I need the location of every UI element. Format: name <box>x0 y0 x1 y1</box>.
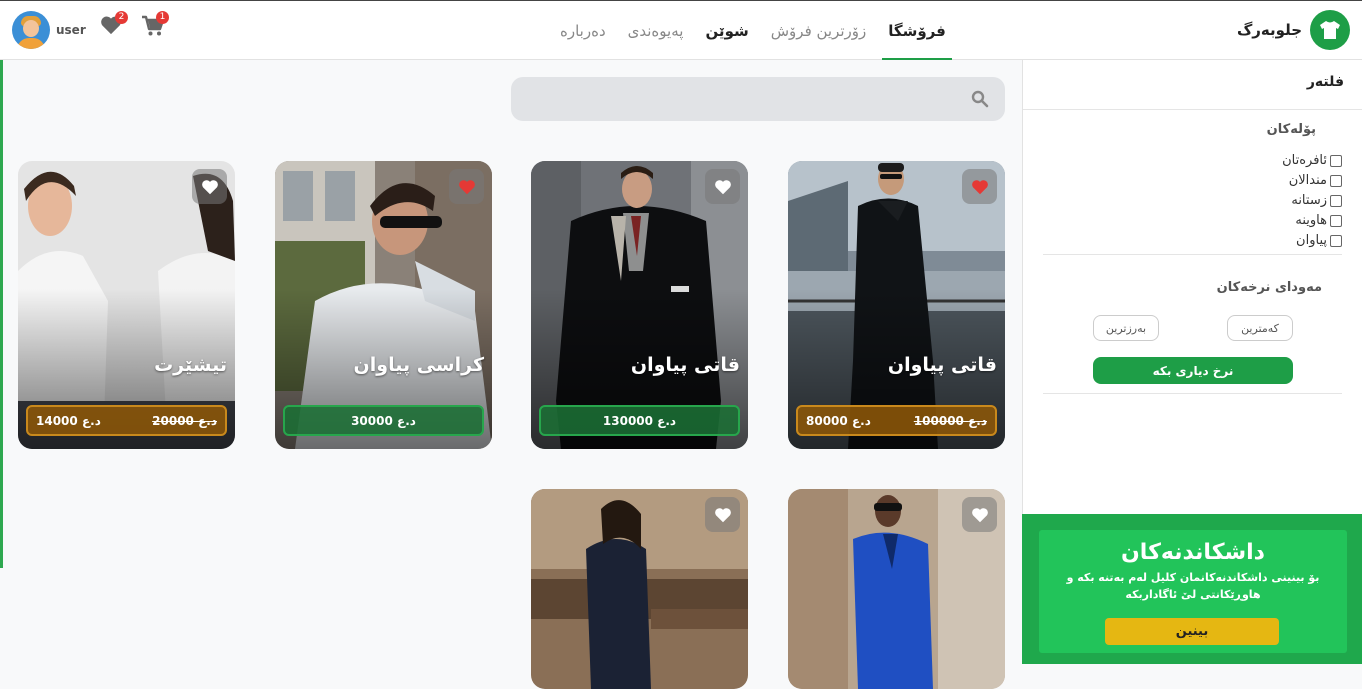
product-price: 130000 د.ع <box>602 413 677 428</box>
heart-icon <box>458 179 475 194</box>
heart-icon <box>714 179 731 194</box>
product-old-price: 20000 د.ع <box>152 413 217 428</box>
checkbox[interactable] <box>1330 214 1342 227</box>
category-summer[interactable]: هاوینە <box>1295 212 1342 229</box>
discount-promo: داشکاندنەکان بۆ بینینی داشکاندنەکانمان ک… <box>1022 514 1362 664</box>
product-title: کراسی پیاوان <box>353 354 484 376</box>
heart-icon <box>971 179 988 194</box>
category-kids[interactable]: مندالان <box>1289 172 1342 189</box>
tshirt-logo-icon[interactable] <box>1310 10 1350 50</box>
cart-count-badge: 1 <box>156 11 169 24</box>
filter-title: فلتەر <box>1306 74 1344 90</box>
favorite-button[interactable] <box>192 169 227 204</box>
category-list: ئافرەتان مندالان زستانە هاوینە پیاوان <box>1282 152 1342 249</box>
user-menu[interactable]: user <box>12 11 86 49</box>
search-input[interactable] <box>511 77 1005 121</box>
favorite-button[interactable] <box>449 169 484 204</box>
favorites-count-badge: 2 <box>115 11 128 24</box>
product-title: تیشێرت <box>154 354 227 376</box>
price-bar: 30000 د.ع <box>283 405 484 436</box>
promo-card: داشکاندنەکان بۆ بینینی داشکاندنەکانمان ک… <box>1039 530 1347 653</box>
category-men[interactable]: پیاوان <box>1296 232 1342 249</box>
favorite-button[interactable] <box>705 497 740 532</box>
product-price: 14000 د.ع <box>36 413 101 428</box>
user-name: user <box>56 23 86 37</box>
product-title: قاتی پیاوان <box>887 354 997 376</box>
heart-icon <box>201 179 218 194</box>
product-card[interactable]: قاتی پیاوان 130000 د.ع <box>531 161 748 449</box>
product-card[interactable]: تیشێرت 14000 د.ع 20000 د.ع <box>18 161 235 449</box>
nav-item-about[interactable]: دەرباره <box>560 1 606 60</box>
product-price: 30000 د.ع <box>351 413 416 428</box>
heart-icon <box>971 507 988 522</box>
product-price: 80000 د.ع <box>806 413 871 428</box>
nav-item-bestsellers[interactable]: زۆرترین فرۆش <box>771 1 867 60</box>
favorite-button[interactable] <box>962 169 997 204</box>
product-card[interactable] <box>788 489 1005 689</box>
heart-icon <box>714 507 731 522</box>
price-range-title: مەودای نرخەکان <box>1216 280 1322 295</box>
brand[interactable]: جلوبەرگ <box>1237 9 1350 51</box>
nav-item-contact[interactable]: پەیوەندی <box>628 1 684 60</box>
top-navbar: جلوبەرگ فرۆشگا زۆرترین فرۆش شوێن پەیوەند… <box>0 0 1362 60</box>
nav-item-location[interactable]: شوێن <box>705 1 748 60</box>
highest-price-button[interactable]: بەرزترین <box>1093 315 1159 341</box>
promo-text: بۆ بینینی داشکاندنەکانمان کلیل لەم بەتنە… <box>1066 571 1320 601</box>
lowest-price-button[interactable]: کەمترین <box>1227 315 1293 341</box>
category-women[interactable]: ئافرەتان <box>1282 152 1342 169</box>
search-icon <box>971 90 989 108</box>
product-card[interactable]: کراسی پیاوان 30000 د.ع <box>275 161 492 449</box>
favorite-button[interactable] <box>962 497 997 532</box>
main-nav: فرۆشگا زۆرترین فرۆش شوێن پەیوەندی دەربار… <box>560 1 952 60</box>
view-discounts-button[interactable]: بینین <box>1105 618 1279 645</box>
checkbox[interactable] <box>1330 174 1342 187</box>
avatar[interactable] <box>12 11 50 49</box>
product-title: قاتی پیاوان <box>630 354 740 376</box>
checkbox[interactable] <box>1330 194 1342 207</box>
brand-name[interactable]: جلوبەرگ <box>1237 21 1302 39</box>
checkbox[interactable] <box>1330 154 1342 167</box>
price-bar: 130000 د.ع <box>539 405 740 436</box>
category-winter[interactable]: زستانە <box>1291 192 1342 209</box>
categories-title: پۆلەکان <box>1266 122 1316 137</box>
price-bar: 14000 د.ع 20000 د.ع <box>26 405 227 436</box>
checkbox[interactable] <box>1330 234 1342 247</box>
apply-price-button[interactable]: نرخ دیاری بکە <box>1093 357 1293 384</box>
favorite-button[interactable] <box>705 169 740 204</box>
product-old-price: 100000 د.ع <box>913 413 987 428</box>
favorites-button[interactable]: 2 <box>100 11 128 39</box>
nav-item-shop[interactable]: فرۆشگا <box>882 1 952 60</box>
promo-title: داشکاندنەکان <box>1121 540 1265 565</box>
price-bar: 80000 د.ع 100000 د.ع <box>796 405 997 436</box>
product-card[interactable] <box>531 489 748 689</box>
cart-button[interactable]: 1 <box>141 11 169 39</box>
search-bar[interactable] <box>511 77 1005 121</box>
left-accent-bar <box>0 60 3 568</box>
product-card[interactable]: قاتی پیاوان 80000 د.ع 100000 د.ع <box>788 161 1005 449</box>
